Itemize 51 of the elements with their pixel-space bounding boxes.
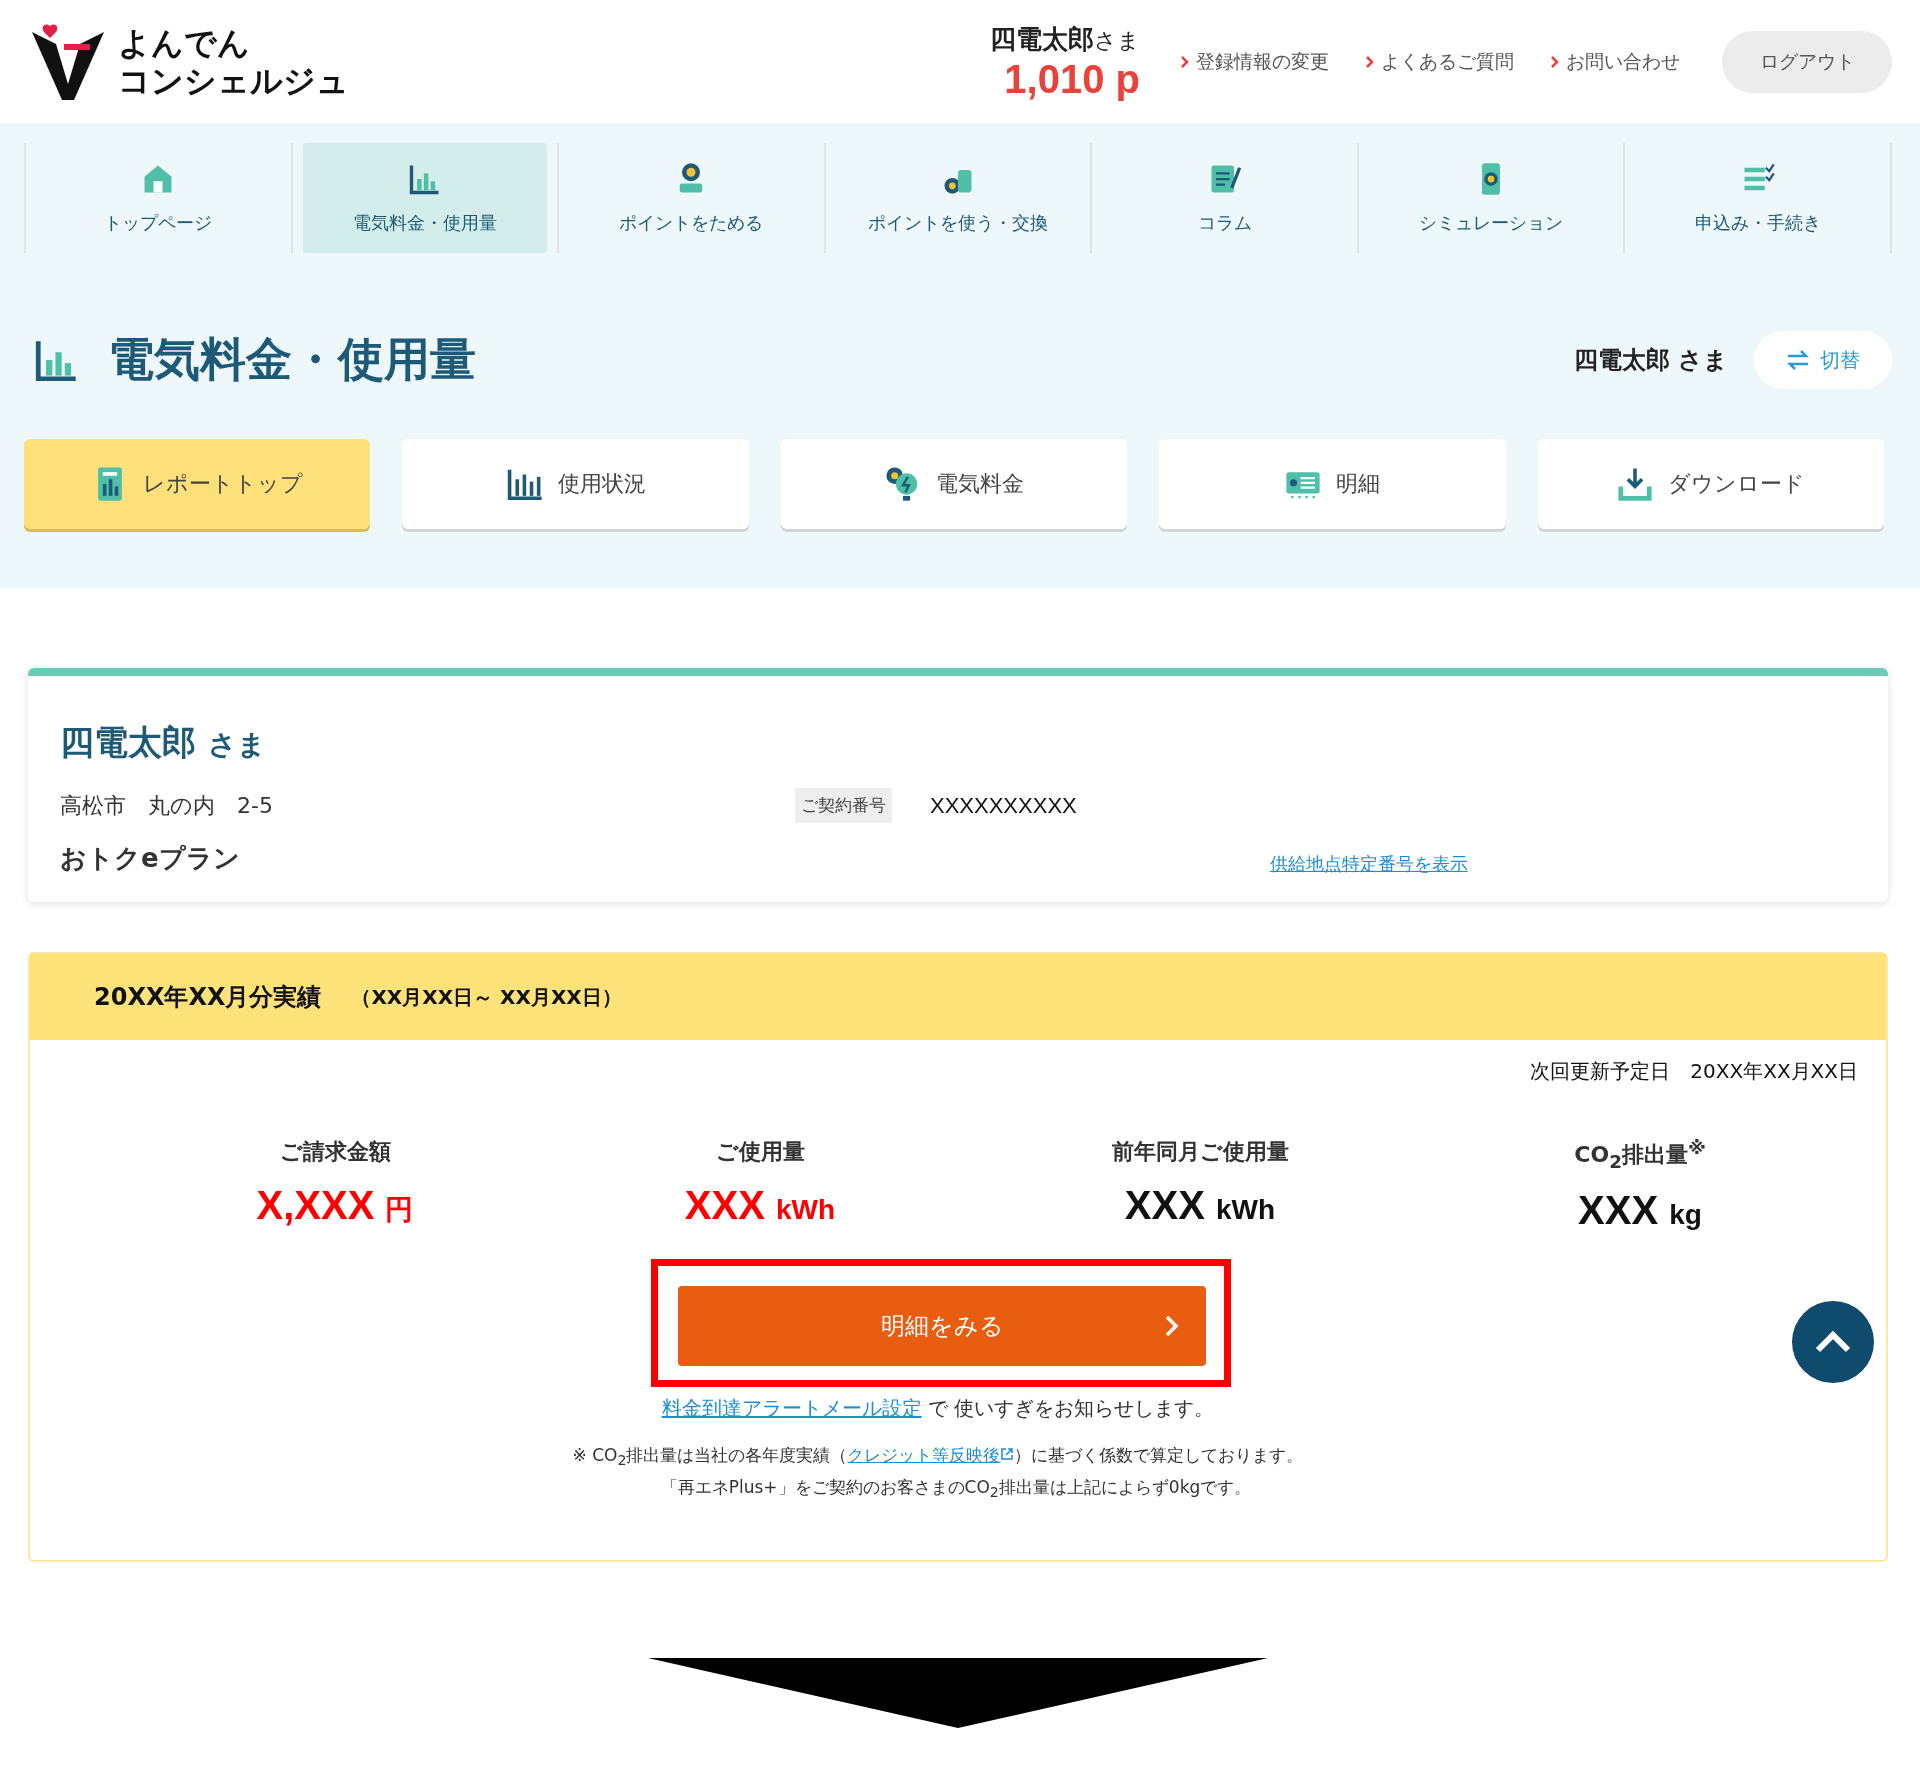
co2-note: 「再エネPlus+」をご契約のお客さまのCO$_{2}$排出量は上記によらず0kgです。	[659, 1476, 1252, 1501]
nav-tab[interactable]: シミュレーション	[1368, 143, 1614, 253]
report-tab[interactable]: ダウンロード	[1537, 439, 1885, 529]
header-link[interactable]: よくあるご質問	[1365, 48, 1514, 75]
swap-arrows-icon	[1786, 349, 1810, 371]
logout-button[interactable]: ログアウト	[1722, 30, 1892, 93]
chevron-icon	[1550, 54, 1560, 69]
metric-label: ご使用量	[715, 1138, 805, 1166]
metric-label: 前年同月ご使用量	[1111, 1138, 1289, 1166]
metric-value: XXX kWh	[684, 1183, 836, 1228]
metric-value: X,XXX 円	[256, 1183, 414, 1229]
metric-value: XXX kWh	[1124, 1183, 1276, 1228]
logo-text: コンシェルジュ	[118, 61, 349, 100]
plan-name: おトクeプラン	[60, 842, 240, 875]
external-link-icon	[1000, 1446, 1015, 1461]
header-link[interactable]: お問い合わせ	[1550, 48, 1680, 75]
page-title: 電気料金・使用量	[108, 331, 476, 388]
nav-tab[interactable]: ポイントをためる	[569, 143, 814, 253]
report-tab[interactable]: 電気料金	[780, 439, 1128, 529]
metric-value: XXX kg	[1578, 1187, 1702, 1233]
chevron-icon	[1365, 54, 1375, 69]
account-name: 四電太郎 さま	[1573, 345, 1728, 376]
nav-tab[interactable]: 申込み・手続き	[1635, 143, 1881, 253]
user-name: 四電太郎さま	[990, 22, 1140, 56]
points-balance: 1,010 p	[1004, 56, 1140, 102]
logo-text: よんでん	[118, 23, 251, 62]
nav-tab[interactable]: トップページ	[36, 143, 281, 253]
customer-address: 高松市 丸の内 2-5	[60, 791, 274, 820]
nav-tab[interactable]: 電気料金・使用量	[302, 143, 548, 253]
chevron-icon	[1164, 1313, 1180, 1338]
report-tab[interactable]: 明細	[1159, 439, 1506, 529]
next-update-date: 次回更新予定日 20XX年XX月XX日	[1529, 1058, 1859, 1085]
contract-number: XXXXXXXXXX	[930, 792, 1077, 819]
alert-mail-link[interactable]: 料金到達アラートメール設定	[661, 1395, 922, 1420]
contract-label: ご契約番号	[795, 788, 892, 823]
caret-up-icon	[1813, 1328, 1853, 1355]
alert-note: 料金到達アラートメール設定 で 使いすぎをお知らせします。	[660, 1394, 1216, 1422]
chevron-icon	[1180, 54, 1190, 69]
nav-tab[interactable]: ポイントを使う・交換	[835, 143, 1081, 253]
report-tab[interactable]: レポートトップ	[24, 439, 371, 529]
supply-point-link[interactable]: 供給地点特定番号を表示	[1269, 852, 1468, 876]
header-link[interactable]: 登録情報の変更	[1180, 48, 1329, 75]
metric-label: ご請求金額	[279, 1138, 391, 1166]
co2-note: ※ CO$_{2}$排出量は当社の各年度実績（クレジット等反映後 ）に基づく係数で算定しております。	[572, 1443, 1304, 1469]
credit-link[interactable]: クレジット等反映後	[847, 1444, 1015, 1465]
nav-tab[interactable]: コラム	[1102, 143, 1347, 253]
results-period: （XX月XX日～ XX月XX日）	[351, 983, 622, 1011]
metric-label: CO$_{2}$排出量$^{※}$	[1574, 1137, 1706, 1172]
customer-name: 四電太郎 さま	[60, 721, 267, 764]
results-title: 20XX年XX月分実績	[94, 982, 322, 1013]
report-tab[interactable]: 使用状況	[402, 439, 749, 529]
